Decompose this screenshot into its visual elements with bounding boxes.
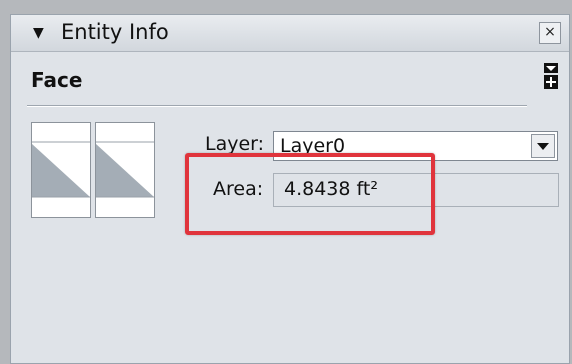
back-material-swatch[interactable] <box>95 122 155 218</box>
material-swatch-graphic <box>32 123 90 217</box>
collapse-triangle-icon[interactable]: ▼ <box>33 25 44 41</box>
entity-type-label: Face <box>31 68 83 92</box>
title-bar[interactable]: ▼ Entity Info × <box>11 15 569 52</box>
chevron-down-icon <box>537 143 549 150</box>
front-material-swatch[interactable] <box>31 122 91 218</box>
close-button[interactable]: × <box>539 22 561 44</box>
entity-info-window: ▼ Entity Info × Face Layer: Layer0 Area:… <box>10 14 570 364</box>
material-swatch-graphic <box>96 123 154 217</box>
expand-details-icon[interactable] <box>541 62 561 92</box>
layer-label: Layer: <box>205 133 265 155</box>
area-highlight-box <box>185 153 435 235</box>
window-title: Entity Info <box>61 20 169 44</box>
dropdown-arrow-button[interactable] <box>531 134 555 158</box>
panel-header: Face <box>11 52 569 114</box>
header-divider <box>27 105 527 107</box>
